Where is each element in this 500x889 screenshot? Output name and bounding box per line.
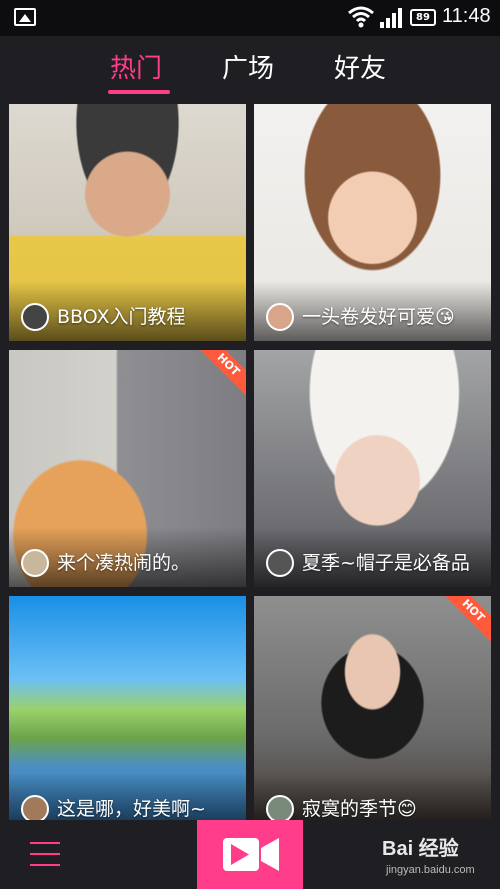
- signal-icon: [380, 8, 402, 28]
- video-caption: 寂寞的季节😊: [302, 798, 417, 820]
- avatar[interactable]: [21, 303, 49, 331]
- video-card[interactable]: 这是哪，好美啊~: [9, 596, 246, 833]
- image-icon: [14, 8, 36, 26]
- video-caption: 一头卷发好可爱😘: [302, 306, 455, 328]
- watermark-url: jingyan.baidu.com: [386, 864, 475, 876]
- video-card[interactable]: HOT 来个凑热闹的。: [9, 350, 246, 587]
- top-tabs: 热门 广场 好友: [0, 36, 500, 100]
- menu-icon[interactable]: [30, 842, 60, 866]
- wifi-icon: [348, 6, 374, 28]
- avatar[interactable]: [266, 303, 294, 331]
- video-card[interactable]: HOT 寂寞的季节😊: [254, 596, 491, 833]
- video-caption: 来个凑热闹的。: [57, 552, 191, 574]
- record-button[interactable]: [197, 820, 303, 889]
- avatar[interactable]: [21, 549, 49, 577]
- video-caption: BBOX入门教程: [57, 306, 186, 328]
- video-card[interactable]: 夏季~帽子是必备品: [254, 350, 491, 587]
- video-card[interactable]: 一头卷发好可爱😘: [254, 104, 491, 341]
- bottom-bar: Bai 经验 jingyan.baidu.com: [0, 820, 500, 889]
- tab-friends[interactable]: 好友: [334, 48, 386, 85]
- tab-square[interactable]: 广场: [222, 48, 274, 85]
- video-caption: 夏季~帽子是必备品: [302, 552, 470, 574]
- watermark-logo: Bai 经验: [382, 838, 459, 860]
- video-camera-icon: [223, 838, 279, 871]
- battery-icon: 89: [410, 9, 436, 26]
- status-bar: 89 11:48: [0, 0, 500, 36]
- video-caption: 这是哪，好美啊~: [57, 798, 206, 820]
- avatar[interactable]: [266, 549, 294, 577]
- active-tab-indicator: [108, 90, 170, 94]
- tab-hot[interactable]: 热门: [110, 48, 162, 85]
- avatar[interactable]: [21, 795, 49, 823]
- video-card[interactable]: BBOX入门教程: [9, 104, 246, 341]
- clock: 11:48: [442, 5, 491, 27]
- avatar[interactable]: [266, 795, 294, 823]
